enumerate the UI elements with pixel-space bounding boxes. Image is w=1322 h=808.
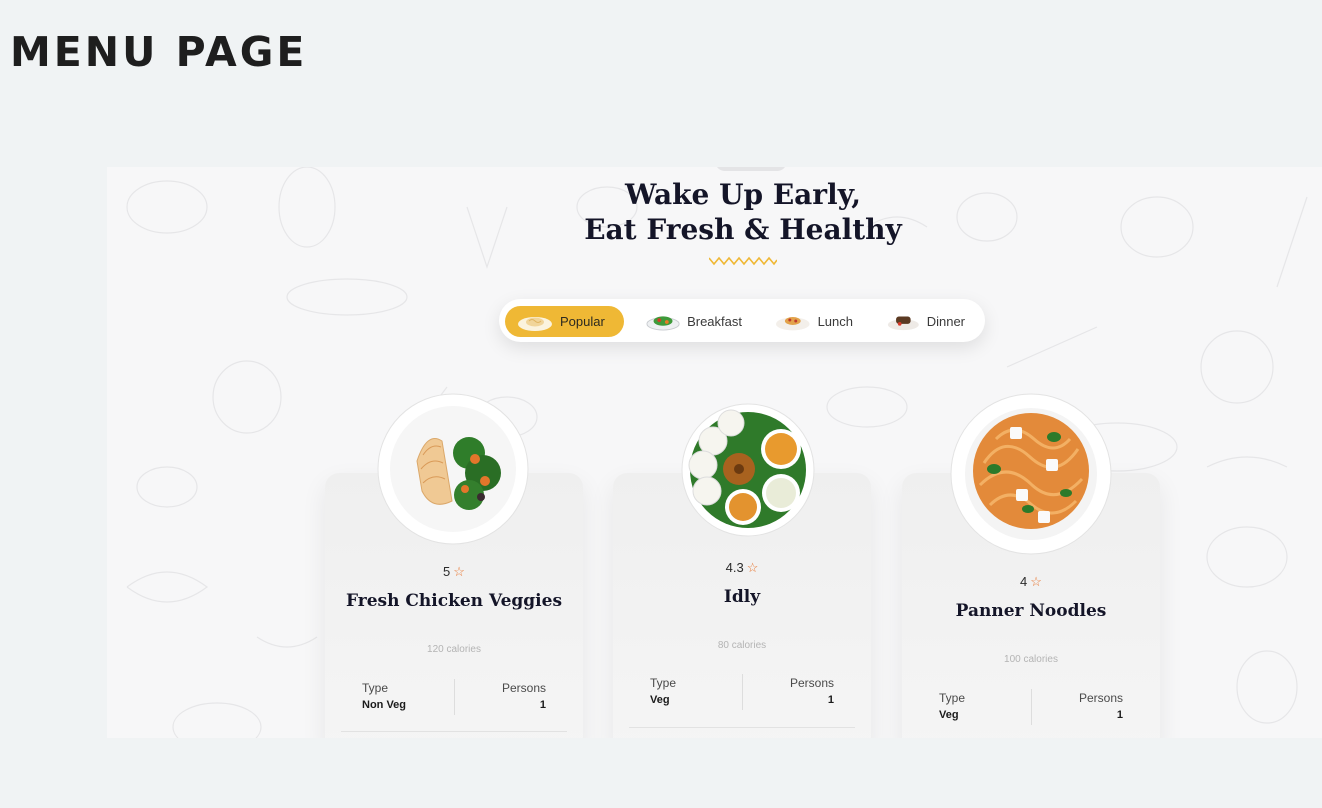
zigzag-divider (709, 256, 777, 266)
calories: 100 calories (1004, 654, 1058, 665)
type-label: Type (939, 691, 966, 705)
card-divider (629, 727, 855, 728)
persons-value: 1 (827, 694, 834, 706)
tab-label: Popular (560, 314, 605, 329)
dish-card[interactable]: 5 ☆ Fresh Chicken Veggies 120 calories Ty… (325, 393, 583, 738)
tab-lunch[interactable]: Lunch (763, 306, 863, 337)
persons-label: Persons (501, 681, 546, 695)
dish-card[interactable]: 4.3 ☆ Idly 80 calories Type Veg Persons 1 (613, 403, 871, 738)
rating-value: 4 (1020, 574, 1028, 589)
page-heading: MENU PAGE (10, 28, 308, 76)
rating: 4.3 ☆ (613, 560, 871, 576)
salad-plate-icon (646, 315, 680, 331)
type-value: Veg (939, 709, 959, 721)
star-icon: ☆ (1030, 574, 1042, 589)
category-tabs: Popular Breakfast Lunch Dinner (499, 299, 985, 342)
dish-card[interactable]: 4 ☆ Panner Noodles 100 calories Type Veg … (902, 393, 1160, 738)
persons-label: Persons (789, 676, 834, 690)
calories: 120 calories (427, 644, 481, 655)
pasta-plate-icon (518, 316, 552, 331)
meta-divider (742, 674, 743, 710)
tab-label: Lunch (817, 314, 853, 329)
card-divider (341, 731, 567, 732)
idly-plate (681, 403, 815, 537)
chicken-veggies-plate (377, 393, 529, 545)
hero-title-line-2: Eat Fresh & Healthy (584, 213, 902, 246)
type-value: Veg (650, 694, 670, 706)
menu-screen: Wake Up Early, Eat Fresh & Healthy Popul… (107, 167, 1322, 738)
rating-value: 4.3 (725, 560, 744, 575)
dish-name: Panner Noodles (955, 601, 1107, 621)
device-notch (715, 167, 787, 171)
type-label: Type (650, 676, 677, 690)
type-label: Type (362, 681, 389, 695)
tab-label: Breakfast (687, 314, 742, 329)
tab-breakfast[interactable]: Breakfast (634, 306, 752, 337)
rating-value: 5 (443, 564, 451, 579)
meta-divider (1031, 689, 1032, 725)
dish-name: Idly (723, 587, 761, 607)
calories: 80 calories (717, 640, 767, 651)
tab-label: Dinner (926, 314, 965, 329)
hero-title: Wake Up Early, Eat Fresh & Healthy (107, 177, 1322, 247)
rating: 4 ☆ (902, 574, 1160, 590)
hero-title-line-1: Wake Up Early, (624, 178, 862, 211)
persons-value: 1 (539, 699, 546, 711)
dish-name: Fresh Chicken Veggies (345, 591, 563, 611)
meta-divider (454, 679, 455, 715)
lunch-plate-icon (775, 316, 810, 330)
tab-popular[interactable]: Popular (505, 306, 624, 337)
star-icon: ☆ (746, 560, 759, 575)
tab-dinner[interactable]: Dinner (875, 306, 975, 337)
star-icon: ☆ (453, 564, 465, 579)
persons-label: Persons (1078, 691, 1123, 705)
type-value: Non Veg (362, 699, 407, 711)
dinner-plate-icon (887, 316, 919, 330)
persons-value: 1 (1116, 709, 1123, 721)
rating: 5 ☆ (325, 564, 583, 580)
noodles-plate (950, 393, 1112, 555)
